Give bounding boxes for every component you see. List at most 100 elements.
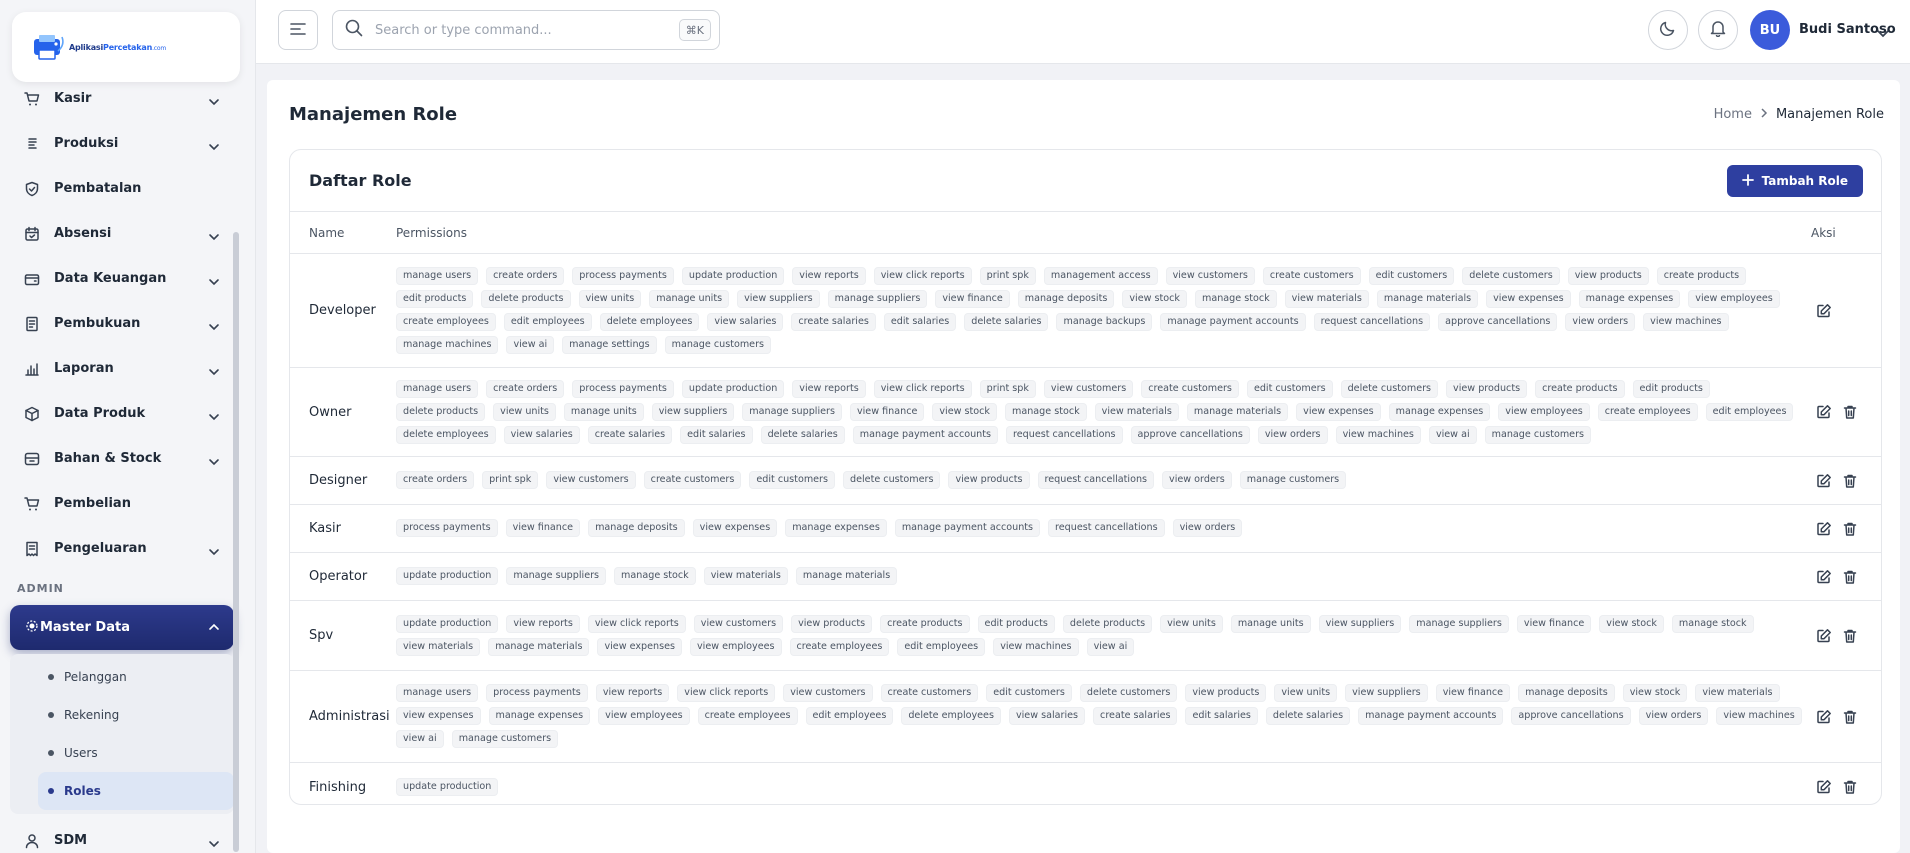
sidebar-item-bahan-stock[interactable]: Bahan & Stock	[10, 436, 234, 481]
book-icon	[24, 316, 40, 332]
menu-toggle-button[interactable]	[278, 10, 318, 50]
edit-icon[interactable]	[1815, 404, 1832, 421]
sidebar-item-pembukuan[interactable]: Pembukuan	[10, 301, 234, 346]
permission-badge: manage stock	[1671, 614, 1754, 633]
permission-badge: manage users	[396, 379, 479, 398]
permission-badge: manage units	[1230, 614, 1311, 633]
sidebar-item-pembelian[interactable]: Pembelian	[10, 481, 234, 526]
permission-badge: edit customers	[1246, 379, 1333, 398]
permission-badge: view ai	[1428, 425, 1477, 444]
edit-icon[interactable]	[1815, 302, 1832, 319]
trash-icon[interactable]	[1841, 708, 1858, 725]
permission-badge: edit customers	[749, 471, 836, 489]
chevron-down-icon[interactable]	[1876, 24, 1890, 43]
edit-icon[interactable]	[1815, 568, 1832, 585]
permission-badge: manage payment accounts	[1358, 707, 1504, 725]
permission-badge: create products	[1656, 266, 1747, 285]
sidebar-subitem-pelanggan[interactable]: Pelanggan	[10, 658, 234, 696]
edit-icon[interactable]	[1815, 779, 1832, 796]
sidebar-scrollbar[interactable]	[233, 232, 239, 852]
edit-icon[interactable]	[1815, 472, 1832, 489]
sidebar-item-sdm[interactable]: SDM	[10, 818, 234, 853]
logo-card[interactable]: AplikasiPercetakan.com	[12, 12, 240, 82]
sidebar-item-label: Master Data	[40, 620, 130, 635]
actions-cell	[1813, 404, 1881, 421]
permission-badge: view products	[1567, 266, 1649, 285]
sidebar-subitem-roles[interactable]: Roles	[38, 772, 234, 810]
permission-badge: request cancellations	[1037, 471, 1155, 489]
permissions-cell: create orders print spk view customers crea…	[396, 461, 1813, 500]
permission-badge: view stock	[932, 402, 997, 421]
trash-icon[interactable]	[1841, 568, 1858, 585]
chevron-down-icon	[208, 543, 220, 555]
trash-icon[interactable]	[1841, 404, 1858, 421]
trash-icon[interactable]	[1841, 627, 1858, 644]
permission-badge: delete salaries	[1265, 707, 1351, 725]
permission-badge: manage stock	[614, 567, 696, 585]
permission-badge: view employees	[598, 707, 690, 725]
permission-badge: view ai	[1086, 637, 1135, 656]
sidebar-subitem-users[interactable]: Users	[10, 734, 234, 772]
role-name: Administrasi	[309, 709, 390, 724]
permission-badge: view materials	[1094, 402, 1179, 421]
chevron-down-icon	[208, 93, 220, 105]
permission-badge: edit salaries	[1185, 707, 1258, 725]
permission-badge: management access	[1043, 266, 1158, 285]
edit-icon[interactable]	[1815, 627, 1832, 644]
sidebar-item-kasir[interactable]: Kasir	[10, 76, 234, 121]
trash-icon[interactable]	[1841, 472, 1858, 489]
sidebar-subitem-rekening[interactable]: Rekening	[10, 696, 234, 734]
permission-badge: view customers	[546, 471, 636, 489]
trash-icon[interactable]	[1841, 779, 1858, 796]
permission-badge: approve cancellations	[1511, 707, 1631, 725]
permission-badge: manage materials	[795, 567, 898, 585]
edit-icon[interactable]	[1815, 520, 1832, 537]
permission-badge: view customers	[1043, 379, 1134, 398]
column-permissions: Permissions	[396, 225, 467, 240]
sidebar-item-laporan[interactable]: Laporan	[10, 346, 234, 391]
sidebar-subitem-label: Roles	[64, 784, 101, 798]
gear-icon	[24, 618, 40, 638]
sidebar-item-data-produk[interactable]: Data Produk	[10, 391, 234, 436]
actions-cell	[1813, 627, 1881, 644]
trash-icon[interactable]	[1841, 520, 1858, 537]
bullet-icon	[48, 788, 54, 794]
sidebar-item-absensi[interactable]: Absensi	[10, 211, 234, 256]
permission-badge: view units	[1274, 684, 1338, 702]
table-row: Operator update production manage supplie…	[290, 553, 1881, 601]
permission-badge: manage suppliers	[506, 567, 607, 585]
permission-badge: manage customers	[451, 730, 559, 748]
permission-badge: view click reports	[873, 379, 972, 398]
cart-icon	[24, 496, 40, 512]
breadcrumb-home[interactable]: Home	[1714, 107, 1752, 122]
permission-badge: manage customers	[664, 335, 772, 354]
search-input[interactable]	[375, 22, 665, 38]
chevron-up-icon	[208, 618, 220, 637]
permission-badge: edit employees	[897, 637, 986, 656]
permissions-cell: process payments view finance manage depos…	[396, 509, 1813, 548]
bullet-icon	[48, 750, 54, 756]
sidebar-item-master-data[interactable]: Master Data	[10, 605, 234, 650]
avatar[interactable]: BU	[1750, 10, 1790, 50]
dark-mode-toggle-button[interactable]	[1648, 10, 1688, 50]
search-box[interactable]: ⌘K	[332, 10, 720, 50]
sidebar-item-pembatalan[interactable]: Pembatalan	[10, 166, 234, 211]
role-name: Developer	[309, 303, 376, 318]
edit-icon[interactable]	[1815, 708, 1832, 725]
permission-badge: create orders	[486, 266, 565, 285]
card-title: Daftar Role	[309, 171, 412, 190]
add-role-button[interactable]: Tambah Role	[1726, 165, 1863, 197]
permission-badge: view reports	[792, 379, 866, 398]
permission-badge: manage settings	[562, 335, 657, 354]
sidebar-item-pengeluaran[interactable]: Pengeluaran	[10, 526, 234, 571]
permission-badge: delete products	[396, 402, 486, 421]
sidebar-item-produksi[interactable]: Produksi	[10, 121, 234, 166]
permission-badge: request cancellations	[1313, 312, 1431, 331]
permission-badge: view stock	[1122, 289, 1187, 308]
permission-badge: create products	[880, 614, 970, 633]
actions-cell	[1813, 520, 1881, 537]
sidebar-item-data-keuangan[interactable]: Data Keuangan	[10, 256, 234, 301]
permission-badge: manage machines	[396, 335, 499, 354]
notifications-button[interactable]	[1698, 10, 1738, 50]
permission-badge: print spk	[979, 266, 1036, 285]
